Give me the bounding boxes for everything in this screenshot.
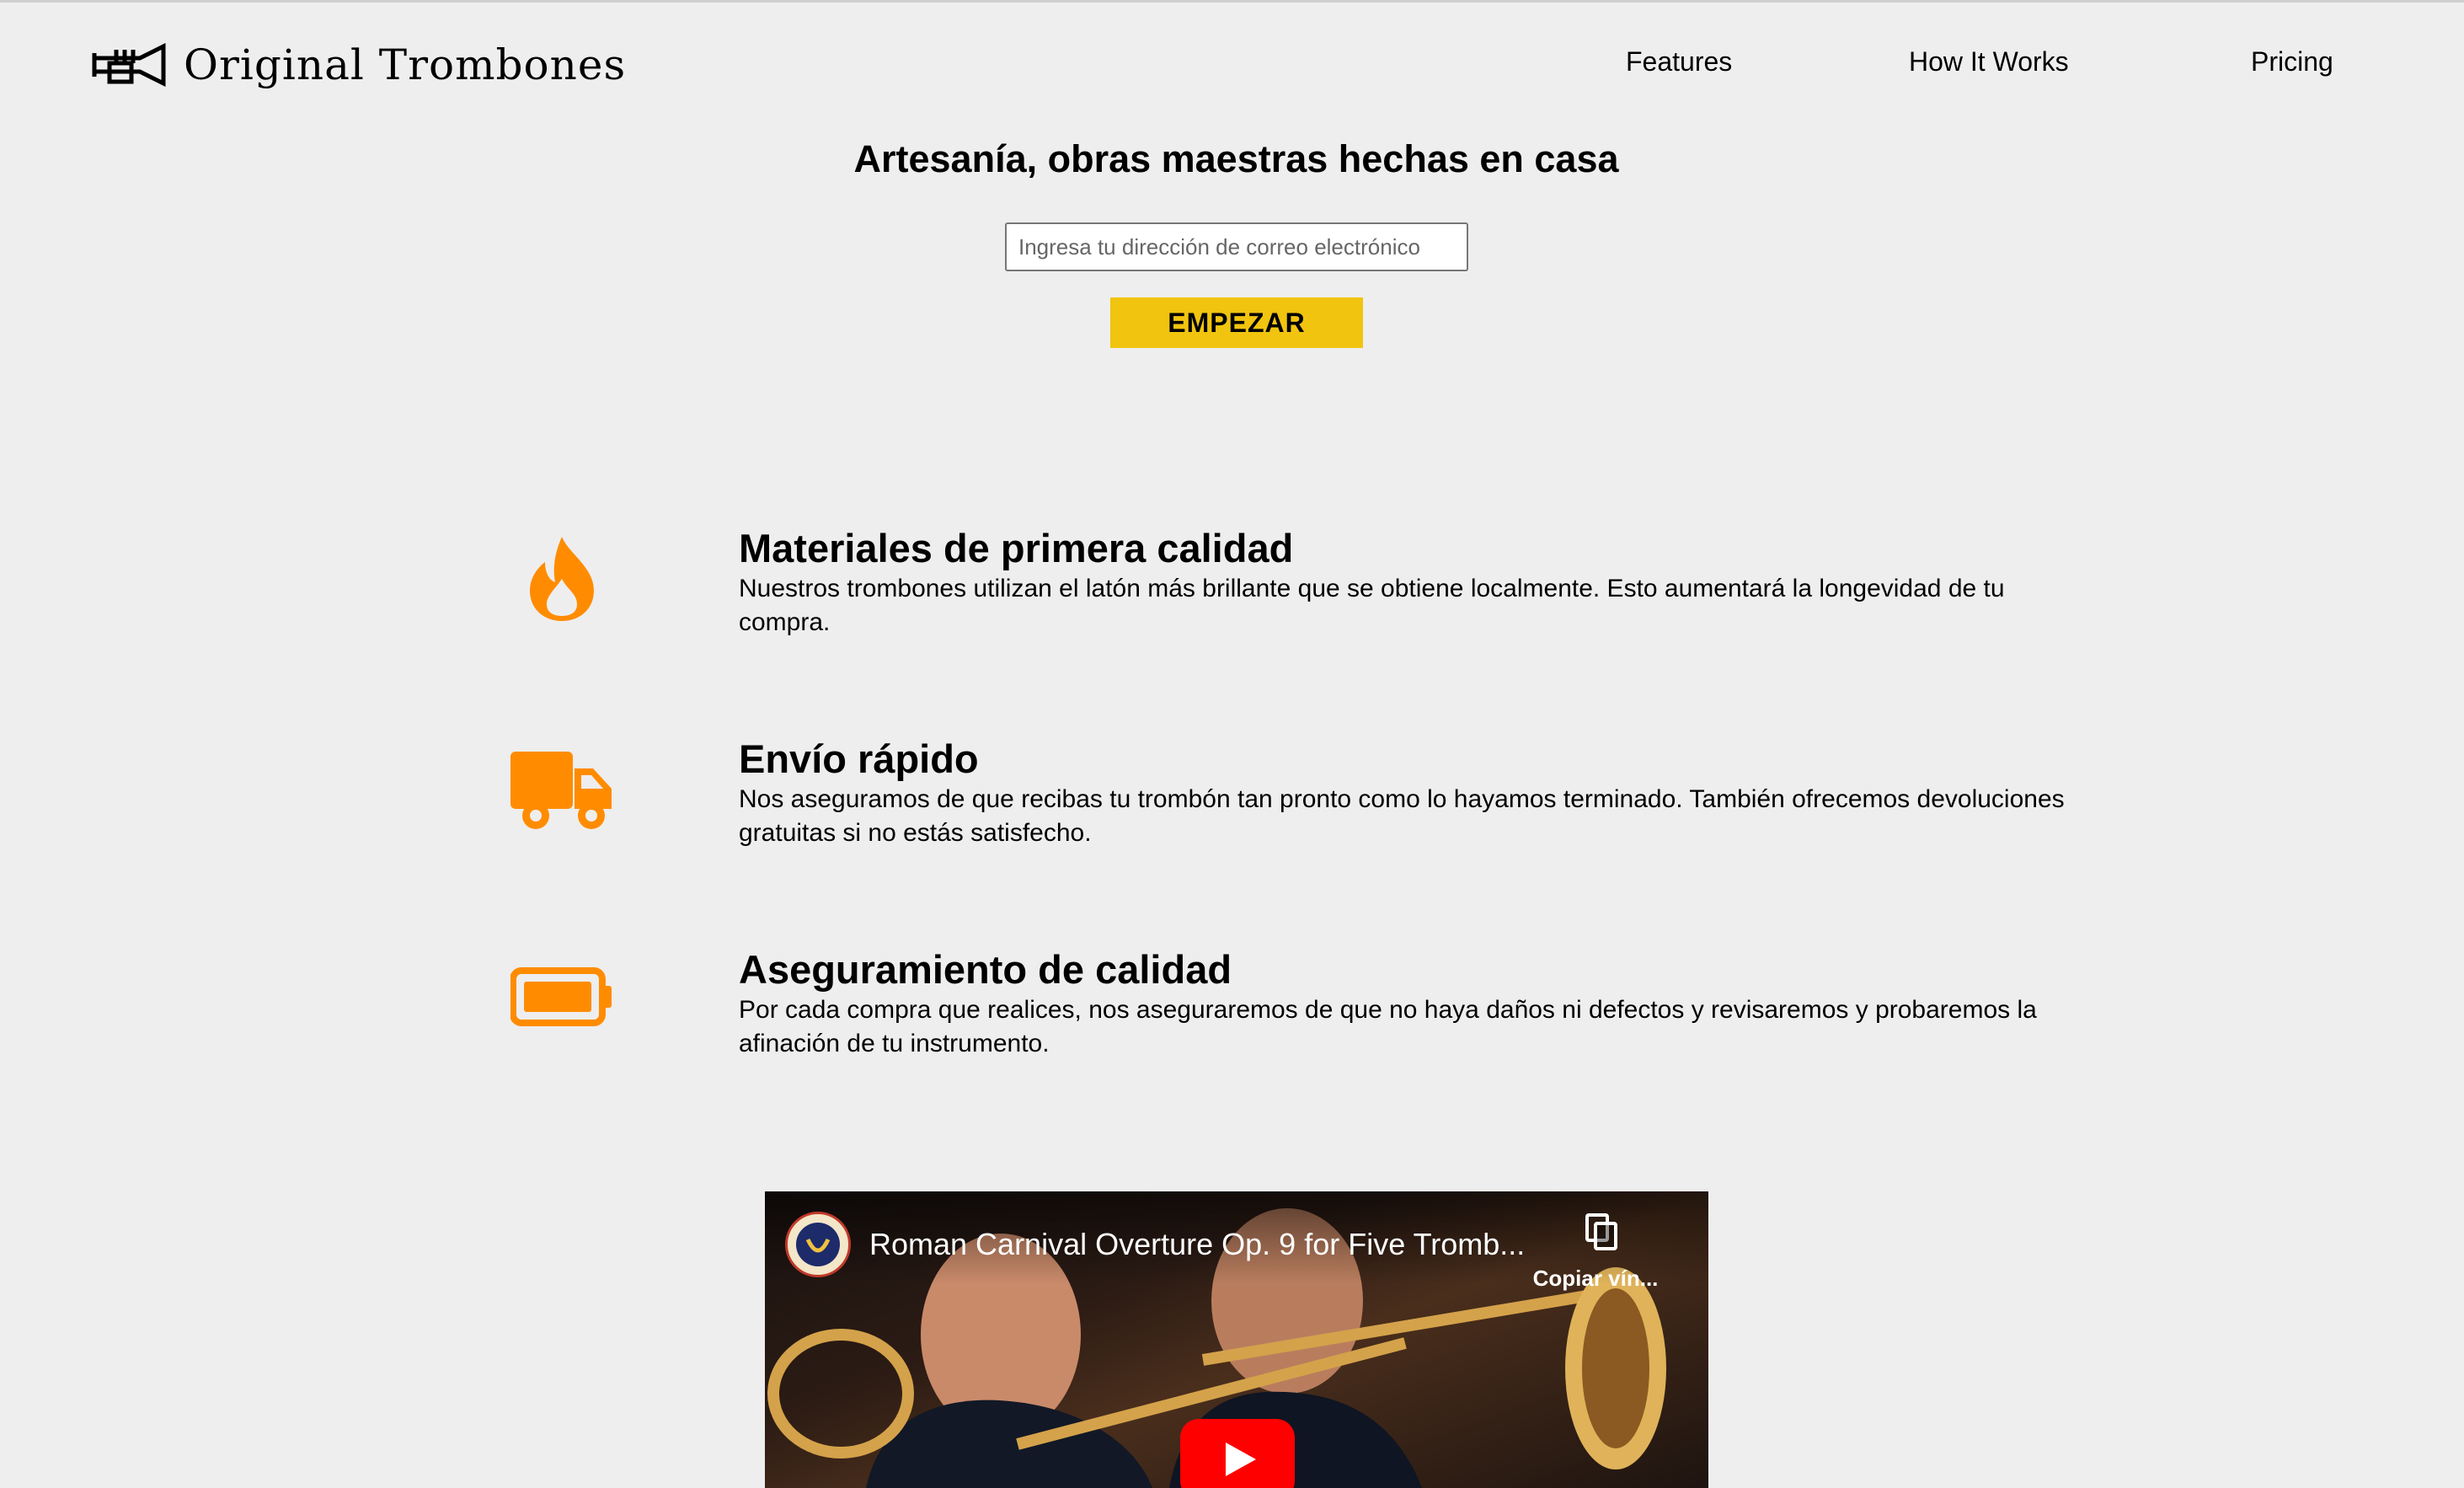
start-button[interactable]: EMPEZAR	[1110, 297, 1363, 348]
channel-avatar[interactable]	[785, 1212, 851, 1277]
truck-icon	[505, 737, 618, 838]
logo-text: Original Trombones	[184, 40, 627, 89]
nav-item-features[interactable]: Features	[1626, 46, 1732, 88]
video-title[interactable]: Roman Carnival Overture Op. 9 for Five T…	[869, 1227, 1525, 1262]
trumpet-icon	[92, 42, 166, 88]
feature-item: Aseguramiento de calidad Por cada compra…	[0, 946, 2464, 1115]
fire-icon	[505, 528, 618, 629]
video-player[interactable]: Roman Carnival Overture Op. 9 for Five T…	[765, 1191, 1708, 1488]
email-input[interactable]	[1005, 222, 1468, 271]
feature-title: Materiales de primera calidad	[739, 526, 1294, 570]
feature-description: Nos aseguramos de que recibas tu trombón…	[739, 785, 2065, 847]
logo[interactable]: Original Trombones	[91, 33, 626, 97]
feature-text: Aseguramiento de calidad Por cada compra…	[739, 946, 2087, 1061]
battery-icon	[505, 946, 618, 1047]
hero-title: Artesanía, obras maestras hechas en casa	[853, 137, 1619, 180]
feature-item: Materiales de primera calidad Nuestros t…	[0, 525, 2464, 693]
feature-text: Materiales de primera calidad Nuestros t…	[739, 525, 2087, 640]
feature-description: Por cada compra que realices, nos asegur…	[739, 996, 2037, 1057]
nav-link-how-it-works[interactable]: How It Works	[1909, 46, 2069, 77]
copy-link-label: Copiar vín...	[1532, 1266, 1659, 1291]
copy-link-button[interactable]: Copiar vín...	[1528, 1213, 1663, 1306]
nav-link-pricing[interactable]: Pricing	[2251, 46, 2333, 77]
play-button[interactable]	[1180, 1419, 1295, 1488]
nav-item-pricing[interactable]: Pricing	[2251, 46, 2333, 88]
copy-icon	[1585, 1213, 1617, 1250]
feature-title: Envío rápido	[739, 736, 979, 781]
play-icon	[1226, 1443, 1256, 1476]
feature-item: Envío rápido Nos aseguramos de que recib…	[0, 736, 2464, 904]
feature-title: Aseguramiento de calidad	[739, 947, 1232, 992]
feature-description: Nuestros trombones utilizan el latón más…	[739, 575, 2005, 636]
nav-link-features[interactable]: Features	[1626, 46, 1732, 77]
feature-text: Envío rápido Nos aseguramos de que recib…	[739, 736, 2087, 850]
nav-item-how-it-works[interactable]: How It Works	[1909, 46, 2069, 88]
army-band-logo-icon	[796, 1223, 840, 1266]
site-header: Original Trombones Features How It Works…	[0, 3, 2464, 129]
